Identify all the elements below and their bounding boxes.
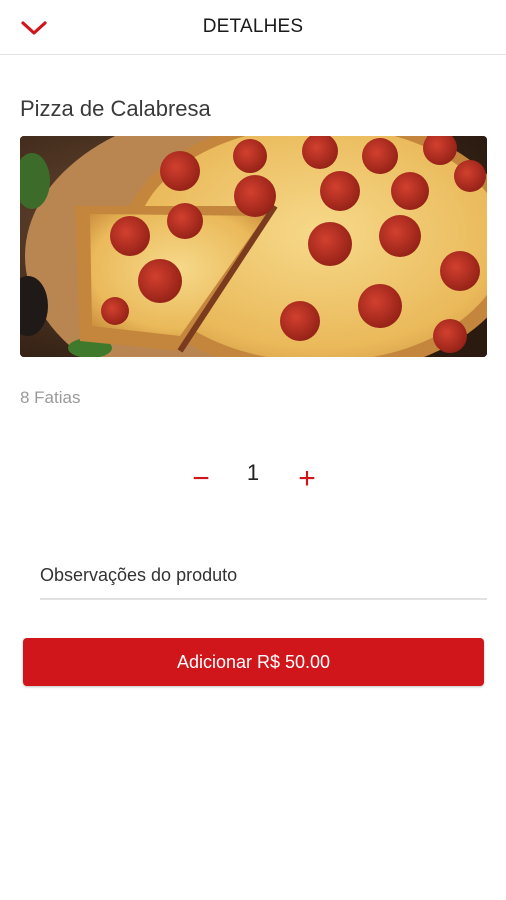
decrease-quantity-button[interactable]: − [186,464,216,494]
product-image [20,136,487,357]
page-title: DETALHES [202,16,304,37]
product-name: Pizza de Calabresa [20,96,211,121]
quantity-value: 1 [246,460,260,485]
portion-info: 8 Fatias [20,388,81,407]
increase-quantity-button[interactable]: + [292,464,322,494]
add-to-cart-button[interactable]: Adicionar R$ 50.00 [23,638,484,686]
top-bar: DETALHES [0,0,506,55]
product-notes-input[interactable] [40,552,487,600]
